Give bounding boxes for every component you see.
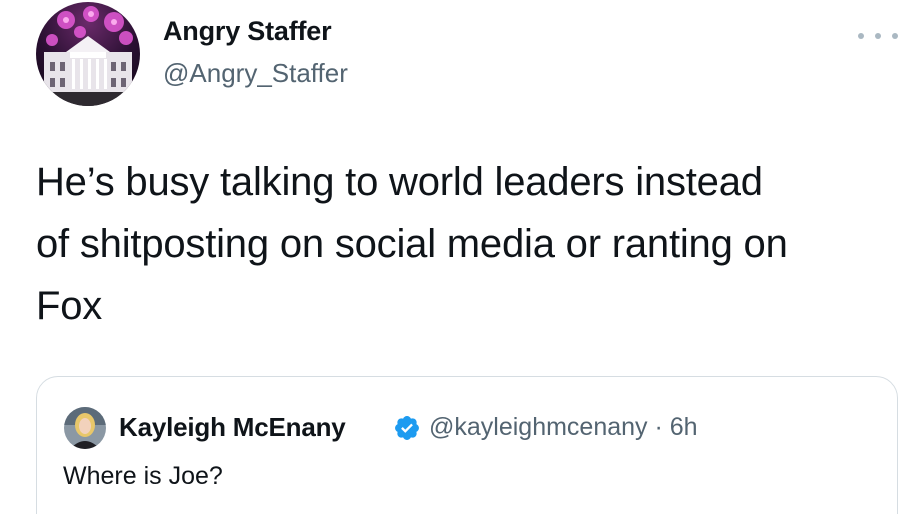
verified-badge-icon xyxy=(395,416,419,440)
more-dot xyxy=(858,33,864,39)
more-options-icon[interactable] xyxy=(858,24,898,48)
quoted-meta: @kayleighmcenany · 6h xyxy=(429,413,698,442)
author-avatar[interactable] xyxy=(36,2,140,106)
author-display-name[interactable]: Angry Staffer xyxy=(163,16,332,47)
quoted-author-display-name[interactable]: Kayleigh McEnany xyxy=(119,412,346,443)
more-dot xyxy=(892,33,898,39)
tweet-text: He’s busy talking to world leaders inste… xyxy=(36,160,788,328)
author-handle[interactable]: @Angry_Staffer xyxy=(163,58,348,89)
quoted-timestamp[interactable]: 6h xyxy=(670,413,698,441)
more-dot xyxy=(875,33,881,39)
quoted-author-handle[interactable]: @kayleighmcenany xyxy=(429,413,648,441)
meta-separator: · xyxy=(654,413,663,441)
tweet-card: Angry Staffer @Angry_Staffer He’s busy t… xyxy=(0,0,911,514)
white-house-fireworks-icon xyxy=(36,2,140,106)
quoted-tweet-text: Where is Joe? xyxy=(63,462,223,490)
quoted-author-avatar[interactable] xyxy=(64,407,106,449)
quoted-tweet[interactable]: Kayleigh McEnany @kayleighmcenany · 6h W… xyxy=(36,376,898,514)
person-avatar-icon xyxy=(64,407,106,449)
